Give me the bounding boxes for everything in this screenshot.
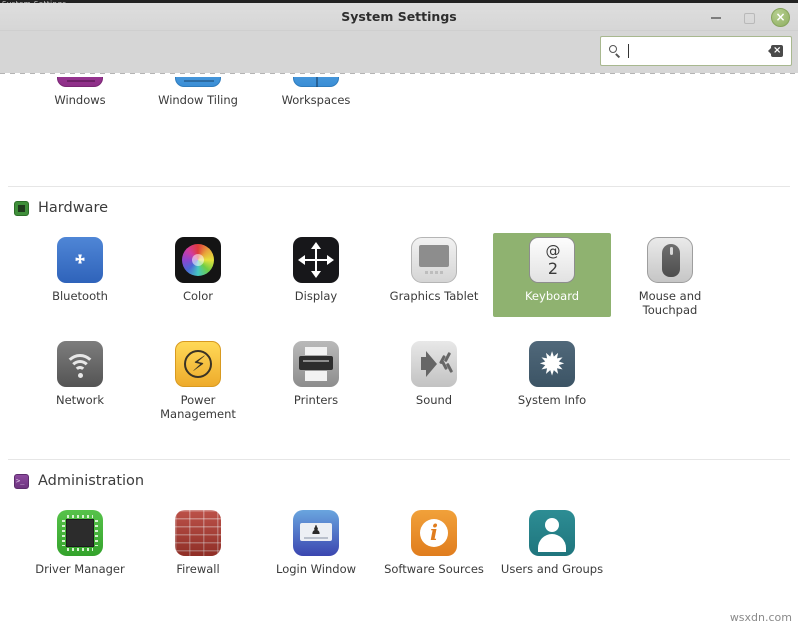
brick-wall-icon (175, 510, 221, 556)
settings-item-power-management[interactable]: ⚡ Power Management (139, 337, 257, 421)
settings-item-users-and-groups[interactable]: Users and Groups (493, 506, 611, 576)
terminal-icon (14, 473, 29, 489)
settings-item-label: Firewall (176, 562, 220, 576)
settings-item-label: Bluetooth (52, 289, 108, 303)
settings-item-label: Login Window (275, 562, 357, 576)
settings-item-label: System Info (517, 393, 587, 407)
search-bar-area: × (0, 31, 798, 73)
clipped-items-row: Windows Window Tiling Workspaces (0, 73, 798, 107)
maximize-button[interactable] (739, 8, 757, 26)
settings-item-label: Users and Groups (500, 562, 604, 576)
settings-item-label: Network (55, 393, 105, 407)
login-card-icon: ♟ (293, 510, 339, 556)
settings-content-area: Windows Window Tiling Workspaces Hardwar… (0, 73, 798, 628)
display-icon (293, 237, 339, 283)
settings-item-label: Power Management (160, 393, 236, 421)
section-header-administration: Administration (14, 473, 144, 489)
settings-item-label: Mouse and Touchpad (638, 289, 702, 317)
settings-item-mouse-and-touchpad[interactable]: Mouse and Touchpad (611, 233, 729, 317)
minimize-button[interactable] (707, 8, 725, 26)
keyboard-key-icon: @2 (529, 237, 575, 283)
settings-item-label: Driver Manager (35, 562, 125, 576)
section-title: Administration (38, 473, 145, 489)
driver-chip-icon (57, 510, 103, 556)
window-tiling-icon (175, 77, 221, 87)
person-icon (529, 510, 575, 556)
system-settings-window: System Settings System Settings × × (0, 0, 798, 628)
settings-item-label: Windows (54, 93, 106, 107)
settings-item-software-sources[interactable]: i Software Sources (375, 506, 493, 576)
close-button[interactable]: × (771, 7, 790, 27)
settings-item-windows[interactable]: Windows (21, 73, 139, 107)
speaker-icon (411, 341, 457, 387)
settings-item-driver-manager[interactable]: Driver Manager (21, 506, 139, 576)
settings-item-label: Sound (415, 393, 453, 407)
hardware-row-2: Network ⚡ Power Management Printers Soun… (0, 337, 798, 421)
settings-item-display[interactable]: Display (257, 233, 375, 317)
section-header-hardware: Hardware (14, 200, 108, 216)
administration-row-1: Driver Manager Firewall ♟ Login Window i… (0, 506, 798, 576)
windows-icon (57, 77, 103, 87)
printer-icon (293, 341, 339, 387)
watermark: wsxdn.com (729, 611, 792, 624)
settings-item-workspaces[interactable]: Workspaces (257, 73, 375, 107)
mouse-icon (647, 237, 693, 283)
settings-item-login-window[interactable]: ♟ Login Window (257, 506, 375, 576)
settings-item-keyboard[interactable]: @2 Keyboard (493, 233, 611, 317)
window-controls: × (707, 3, 790, 31)
settings-item-window-tiling[interactable]: Window Tiling (139, 73, 257, 107)
settings-item-label: Software Sources (384, 562, 484, 576)
settings-item-label: Window Tiling (158, 93, 238, 107)
settings-item-bluetooth[interactable]: ᛭ Bluetooth (21, 233, 139, 317)
section-title: Hardware (38, 200, 109, 216)
search-box[interactable]: × (600, 36, 792, 66)
close-icon: × (775, 10, 786, 24)
title-bar: System Settings × (0, 3, 798, 31)
settings-item-label: Graphics Tablet (389, 289, 479, 303)
wifi-icon (57, 341, 103, 387)
text-caret (628, 44, 629, 58)
settings-item-system-info[interactable]: ✹ System Info (493, 337, 611, 421)
bluetooth-icon: ᛭ (57, 237, 103, 283)
search-icon (608, 44, 622, 58)
info-circle-icon: i (411, 510, 457, 556)
graphics-tablet-icon (411, 237, 457, 283)
clear-search-icon[interactable]: × (768, 45, 783, 57)
workspaces-icon (293, 77, 339, 87)
section-separator-hardware (8, 186, 790, 187)
hardware-row-1: ᛭ Bluetooth Color Display Graphics Table… (0, 233, 798, 317)
settings-item-firewall[interactable]: Firewall (139, 506, 257, 576)
power-bolt-icon: ⚡ (175, 341, 221, 387)
settings-item-label: Workspaces (281, 93, 351, 107)
color-wheel-icon (175, 237, 221, 283)
window-title: System Settings (341, 9, 457, 24)
settings-item-graphics-tablet[interactable]: Graphics Tablet (375, 233, 493, 317)
chip-icon (14, 200, 29, 216)
settings-item-label: Display (294, 289, 338, 303)
gear-icon: ✹ (529, 341, 575, 387)
settings-item-printers[interactable]: Printers (257, 337, 375, 421)
settings-item-network[interactable]: Network (21, 337, 139, 421)
settings-item-color[interactable]: Color (139, 233, 257, 317)
section-separator-administration (8, 459, 790, 460)
settings-item-label: Color (182, 289, 214, 303)
settings-item-label: Printers (293, 393, 339, 407)
settings-item-sound[interactable]: Sound (375, 337, 493, 421)
settings-item-label: Keyboard (524, 289, 580, 303)
